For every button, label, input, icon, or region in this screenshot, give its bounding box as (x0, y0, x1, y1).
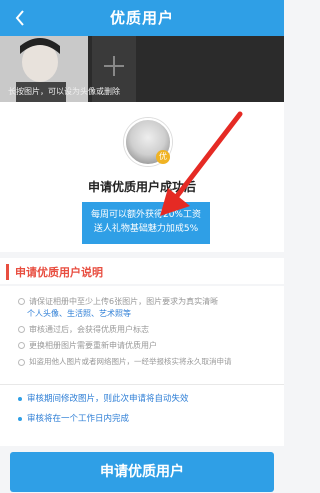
description-item: 请保证相册中至少上传6张图片，图片要求为真实清晰 (18, 296, 278, 307)
top-navigation-bar: 优质用户 (0, 0, 284, 36)
section-title: 申请优质用户说明 (6, 264, 103, 280)
description-highlight: 个人头像、生活照、艺术照等 (27, 309, 131, 318)
bullet-icon (18, 396, 22, 401)
description-item: 如盗用他人图片或者网络图片，一经举报核实将永久取消申请 (18, 356, 278, 367)
photo-album-strip: 长按图片，可以设为头像或删除 (0, 36, 284, 102)
bullet-icon (18, 298, 25, 305)
bullet-icon (18, 416, 22, 421)
bullet-icon (18, 342, 25, 349)
description-item: 更换相册图片需要重新申请优质用户 (18, 340, 278, 351)
status-item: 审核将在一个工作日内完成 (18, 412, 129, 424)
page-title: 优质用户 (109, 9, 174, 27)
bullet-icon (18, 358, 25, 366)
benefit-line-charm: 送人礼物基础魅力加成5% (93, 224, 199, 234)
status-item: 审核期间修改图片，则此次申请将自动失效 (18, 392, 189, 404)
apply-button[interactable]: 申请优质用户 (10, 452, 274, 492)
description-item: 审核通过后，会获得优质用户标志 (18, 324, 278, 335)
divider (0, 384, 284, 385)
photo-hint-text: 长按图片，可以设为头像或删除 (8, 87, 120, 96)
description-panel: 请保证相册中至少上传6张图片，图片要求为真实清晰 个人头像、生活照、艺术照等 审… (0, 286, 284, 446)
section-header: 申请优质用户说明 (0, 258, 284, 284)
bullet-icon (18, 326, 25, 333)
red-arrow-annotation (160, 111, 243, 216)
